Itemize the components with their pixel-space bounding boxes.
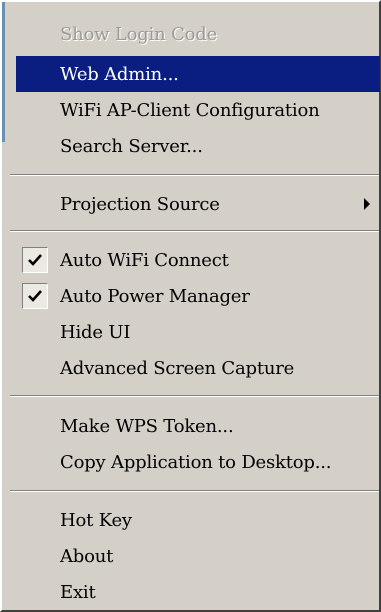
menu-item-auto-power-manager[interactable]: Auto Power Manager bbox=[16, 278, 380, 314]
menu-separator bbox=[10, 230, 379, 232]
menu-item-hide-ui[interactable]: Hide UI bbox=[16, 314, 380, 350]
menu-item-projection-source[interactable]: Projection Source bbox=[16, 186, 380, 222]
menu-item-label: Make WPS Token... bbox=[60, 415, 234, 437]
menu-item-wifi-ap-client-configuration[interactable]: WiFi AP-Client Configuration bbox=[16, 92, 380, 128]
menu-item-exit[interactable]: Exit bbox=[16, 574, 380, 610]
menu-item-label: Advanced Screen Capture bbox=[60, 357, 295, 379]
menu-item-advanced-screen-capture[interactable]: Advanced Screen Capture bbox=[16, 350, 380, 386]
menu-separator bbox=[10, 174, 379, 176]
menu-item-label: Search Server... bbox=[60, 135, 203, 157]
menu-item-about[interactable]: About bbox=[16, 538, 380, 574]
menu-item-search-server[interactable]: Search Server... bbox=[16, 128, 380, 164]
menu-item-show-login-code: Show Login Code bbox=[16, 16, 380, 52]
menu-item-web-admin[interactable]: Web Admin... bbox=[16, 56, 380, 92]
checkmark-icon bbox=[28, 290, 42, 302]
menu-item-label: Show Login Code bbox=[60, 23, 218, 45]
menu-item-copy-application-to-desktop[interactable]: Copy Application to Desktop... bbox=[16, 444, 380, 480]
menu-separator bbox=[10, 395, 379, 397]
menu-item-label: Auto WiFi Connect bbox=[60, 249, 229, 271]
checkmark-icon bbox=[28, 254, 42, 266]
check-box bbox=[22, 283, 48, 309]
submenu-arrow-icon bbox=[364, 198, 370, 210]
menu-item-make-wps-token[interactable]: Make WPS Token... bbox=[16, 408, 380, 444]
menu-item-label: Auto Power Manager bbox=[60, 285, 250, 307]
menu-item-label: Copy Application to Desktop... bbox=[60, 451, 332, 473]
menu-item-label: WiFi AP-Client Configuration bbox=[60, 99, 320, 121]
menu-item-hot-key[interactable]: Hot Key bbox=[16, 502, 380, 538]
menu-item-label: Projection Source bbox=[60, 193, 220, 215]
menu-item-label: Web Admin... bbox=[60, 63, 179, 85]
menu-separator bbox=[10, 490, 379, 492]
context-menu: Show Login Code Web Admin... WiFi AP-Cli… bbox=[0, 0, 381, 612]
menu-item-label: About bbox=[60, 545, 114, 567]
menu-item-auto-wifi-connect[interactable]: Auto WiFi Connect bbox=[16, 242, 380, 278]
window-edge bbox=[2, 2, 5, 142]
menu-item-label: Exit bbox=[60, 581, 96, 603]
check-box bbox=[22, 247, 48, 273]
menu-item-label: Hide UI bbox=[60, 321, 131, 343]
menu-item-label: Hot Key bbox=[60, 509, 132, 531]
